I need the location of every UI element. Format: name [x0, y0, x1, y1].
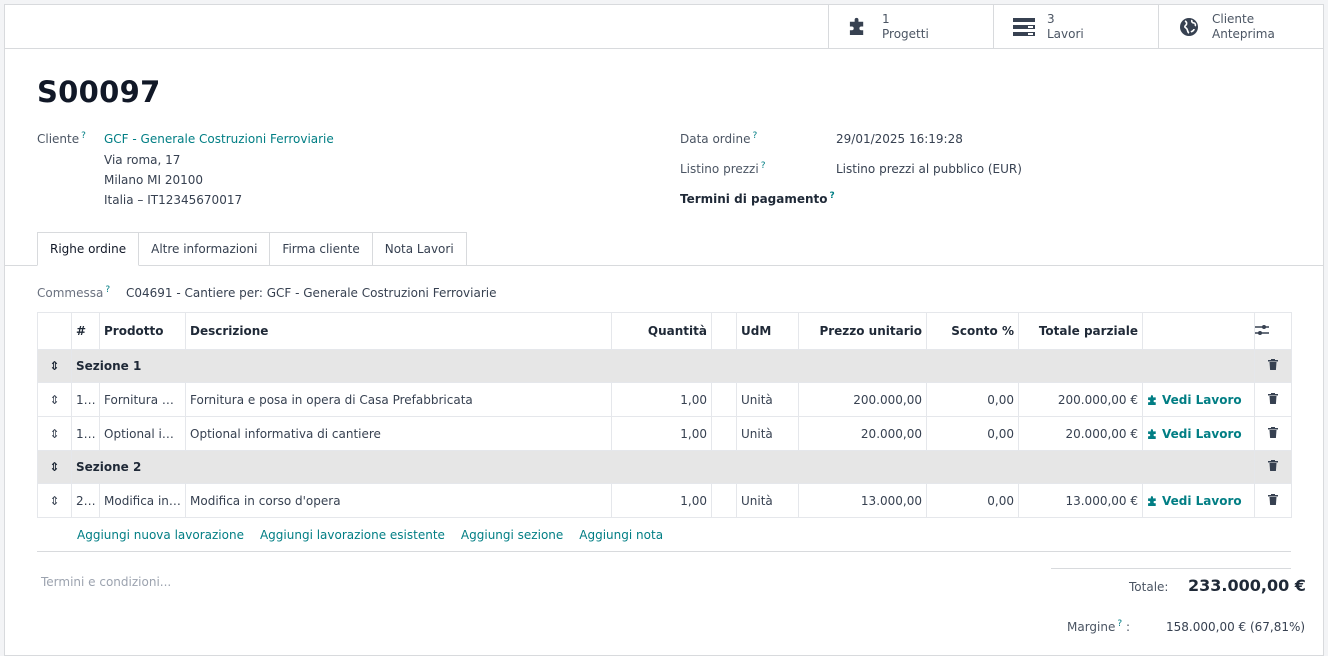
puzzle-icon — [1148, 429, 1156, 439]
trash-icon[interactable] — [1254, 450, 1292, 484]
description-header[interactable]: Descrizione — [185, 312, 612, 350]
table-row[interactable]: ⇕ 2.1 Modifica in corso d'opera Modifica… — [37, 483, 1292, 518]
uom-header[interactable]: UdM — [736, 312, 799, 350]
help-icon[interactable]: ? — [830, 191, 835, 201]
projects-button[interactable]: 1 Progetti — [828, 5, 993, 48]
pricelist-value[interactable]: Listino prezzi al pubblico (EUR) — [836, 162, 1022, 176]
view-task-button[interactable]: Vedi Lavoro — [1147, 427, 1250, 441]
customer-label: Cliente? — [37, 131, 86, 146]
price-header[interactable]: Prezzo unitario — [798, 312, 927, 350]
pricelist-label: Listino prezzi? — [680, 161, 766, 176]
drag-handle-icon[interactable]: ⇕ — [37, 349, 72, 383]
total-label: Totale: — [1129, 580, 1169, 594]
tasks-count: 3 — [1047, 11, 1055, 26]
column-settings-icon[interactable] — [1254, 312, 1292, 350]
drag-handle-icon[interactable]: ⇕ — [37, 450, 72, 484]
drag-handle-icon[interactable]: ⇕ — [37, 416, 72, 451]
puzzle-icon — [1148, 395, 1156, 405]
customer-preview-button[interactable]: Cliente Anteprima — [1158, 5, 1323, 48]
tab-work-notes[interactable]: Nota Lavori — [372, 232, 467, 266]
table-header: # Prodotto Descrizione Quantità UdM Prez… — [37, 312, 1292, 350]
tasks-icon — [1012, 17, 1036, 37]
customer-preview-line1: Cliente — [1212, 11, 1255, 26]
puzzle-icon — [847, 17, 871, 37]
table-row[interactable]: ⇕ 1.1 Fornitura e posa in opera di Casa … — [37, 382, 1292, 417]
subtotal-header[interactable]: Totale parziale — [1018, 312, 1143, 350]
add-line-links: Aggiungi nuova lavorazione Aggiungi lavo… — [77, 528, 663, 542]
divider — [37, 551, 1291, 552]
trash-icon[interactable] — [1254, 349, 1292, 383]
help-icon[interactable]: ? — [1117, 619, 1122, 629]
view-task-button[interactable]: Vedi Lavoro — [1147, 494, 1250, 508]
section-row[interactable]: ⇕ Sezione 2 — [37, 450, 1292, 484]
order-lines-table: # Prodotto Descrizione Quantità UdM Prez… — [37, 312, 1292, 518]
product-header[interactable]: Prodotto — [99, 312, 186, 350]
address-line-2: Milano MI 20100 — [104, 173, 204, 187]
globe-icon — [1177, 17, 1201, 37]
section-row[interactable]: ⇕ Sezione 1 — [37, 349, 1292, 383]
order-date-value[interactable]: 29/01/2025 16:19:28 — [836, 132, 963, 146]
add-section-link[interactable]: Aggiungi sezione — [461, 528, 563, 542]
tab-other-info[interactable]: Altre informazioni — [139, 232, 271, 266]
drag-handle-icon[interactable]: ⇕ — [37, 382, 72, 417]
smart-button-bar: 1 Progetti 3 Lavori Cliente Anteprima — [5, 5, 1323, 49]
trash-icon[interactable] — [1254, 483, 1292, 518]
num-header: # — [71, 312, 100, 350]
action-header — [1142, 312, 1255, 350]
trash-icon[interactable] — [1254, 382, 1292, 417]
page-title: S00097 — [37, 75, 161, 109]
add-new-task-link[interactable]: Aggiungi nuova lavorazione — [77, 528, 244, 542]
customer-link[interactable]: GCF - Generale Costruzioni Ferroviarie — [104, 132, 334, 146]
puzzle-icon — [1148, 496, 1156, 506]
margin-value: 158.000,00 € (67,81%) — [1166, 620, 1306, 634]
add-existing-task-link[interactable]: Aggiungi lavorazione esistente — [260, 528, 445, 542]
qty-header[interactable]: Quantità — [611, 312, 712, 350]
help-icon[interactable]: ? — [761, 161, 766, 171]
handle-header — [37, 312, 72, 350]
trash-icon[interactable] — [1254, 416, 1292, 451]
section-name[interactable]: Sezione 2 — [71, 450, 1255, 484]
commessa-value[interactable]: C04691 - Cantiere per: GCF - Generale Co… — [126, 286, 497, 300]
margin-label: Margine? : — [1067, 619, 1131, 634]
payment-terms-label: Termini di pagamento? — [680, 191, 835, 206]
tab-order-lines[interactable]: Righe ordine — [37, 232, 140, 266]
address-line-1: Via roma, 17 — [104, 153, 181, 167]
table-row[interactable]: ⇕ 1.2 Optional informativa di cantiere O… — [37, 416, 1292, 451]
add-note-link[interactable]: Aggiungi nota — [579, 528, 663, 542]
tasks-button[interactable]: 3 Lavori — [993, 5, 1158, 48]
customer-preview-line2: Anteprima — [1212, 26, 1275, 41]
totals-divider — [1051, 568, 1291, 569]
drag-handle-icon[interactable]: ⇕ — [37, 483, 72, 518]
tab-customer-signature[interactable]: Firma cliente — [270, 232, 373, 266]
section-name[interactable]: Sezione 1 — [71, 349, 1255, 383]
help-icon[interactable]: ? — [105, 285, 110, 295]
help-icon[interactable]: ? — [752, 131, 757, 141]
projects-label: Progetti — [882, 26, 929, 41]
view-task-button[interactable]: Vedi Lavoro — [1147, 393, 1250, 407]
address-line-3: Italia – IT12345670017 — [104, 193, 243, 207]
empty-header — [711, 312, 737, 350]
projects-count: 1 — [882, 11, 890, 26]
order-date-label: Data ordine? — [680, 131, 758, 146]
form-sheet: 1 Progetti 3 Lavori Cliente Anteprima S0009… — [4, 4, 1324, 656]
commessa-label: Commessa? — [37, 285, 111, 300]
discount-header[interactable]: Sconto % — [926, 312, 1019, 350]
terms-input[interactable]: Termini e condizioni... — [41, 575, 171, 589]
total-value: 233.000,00 € — [1188, 576, 1306, 595]
tasks-label: Lavori — [1047, 26, 1084, 41]
notebook-tabs: Righe ordine Altre informazioni Firma cl… — [37, 232, 467, 266]
help-icon[interactable]: ? — [81, 131, 86, 141]
